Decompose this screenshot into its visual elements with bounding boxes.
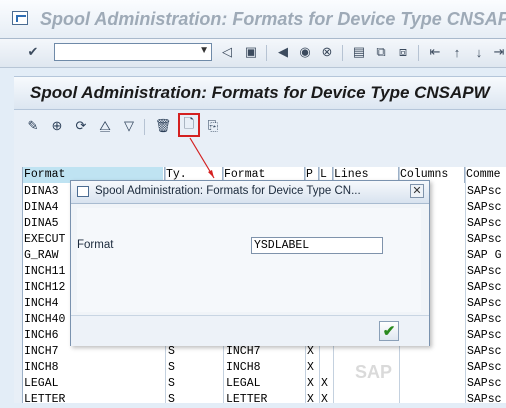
checkmark-icon: ✔ <box>382 323 396 340</box>
watermark: SAP <box>355 362 393 382</box>
dialog-window-icon <box>77 186 89 197</box>
continue-button[interactable]: ✔ <box>379 321 399 341</box>
dialog-title: Spool Administration: Formats for Device… <box>95 185 361 197</box>
format-label: Format <box>77 239 114 251</box>
dialog-titlebar: Spool Administration: Formats for Device… <box>71 181 429 204</box>
dialog-footer: ✔ <box>71 315 429 346</box>
dialog-body <box>77 208 421 312</box>
close-icon[interactable]: ✕ <box>410 184 424 198</box>
create-format-dialog: Spool Administration: Formats for Device… <box>70 180 430 346</box>
format-input[interactable]: YSDLABEL <box>251 237 383 254</box>
